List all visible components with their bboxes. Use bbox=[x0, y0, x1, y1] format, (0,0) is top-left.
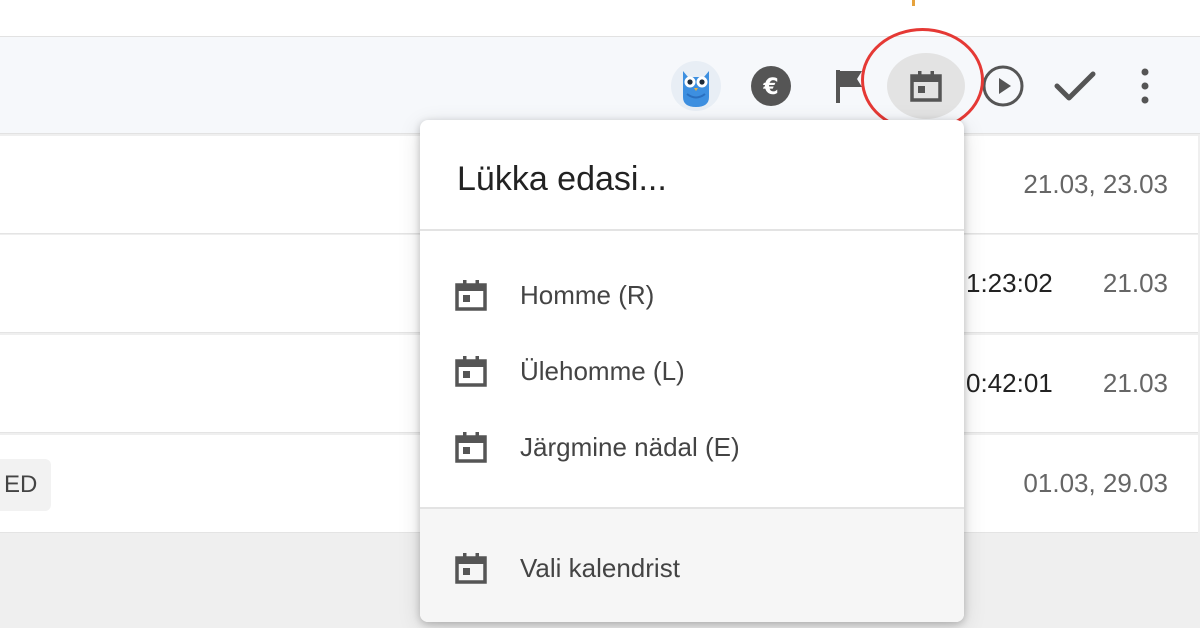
euro-icon[interactable]: € bbox=[746, 61, 796, 111]
menu-item-tomorrow[interactable]: Homme (R) bbox=[420, 265, 964, 325]
calendar-icon bbox=[455, 432, 487, 463]
flag-icon[interactable] bbox=[824, 61, 874, 111]
accent-mark bbox=[912, 0, 915, 6]
owl-avatar-icon[interactable] bbox=[671, 61, 721, 111]
item-dates: 21.03 bbox=[1102, 368, 1168, 398]
more-vertical-icon[interactable] bbox=[1125, 59, 1165, 113]
menu-item-pick-from-calendar[interactable]: Vali kalendrist bbox=[420, 538, 964, 598]
item-duration: 0:42:01 bbox=[966, 368, 1053, 398]
calendar-icon bbox=[910, 71, 942, 102]
menu-item-label: Järgmine nädal (E) bbox=[520, 431, 740, 462]
menu-title: Lükka edasi... bbox=[457, 160, 667, 198]
item-dates: 21.03 bbox=[1102, 268, 1168, 298]
menu-item-day-after-tomorrow[interactable]: Ülehomme (L) bbox=[420, 341, 964, 401]
menu-item-label: Homme (R) bbox=[520, 279, 655, 310]
menu-divider bbox=[420, 229, 964, 231]
calendar-icon bbox=[455, 280, 487, 311]
item-dates: 21.03, 23.03 bbox=[1023, 169, 1168, 199]
calendar-button[interactable] bbox=[887, 53, 965, 119]
check-icon[interactable] bbox=[1048, 59, 1102, 113]
play-icon[interactable] bbox=[980, 63, 1026, 109]
calendar-icon bbox=[455, 356, 487, 387]
item-duration: 1:23:02 bbox=[966, 268, 1053, 298]
menu-item-next-week[interactable]: Järgmine nädal (E) bbox=[420, 417, 964, 477]
item-dates: 01.03, 29.03 bbox=[1023, 468, 1168, 498]
menu-item-label: Ülehomme (L) bbox=[520, 355, 685, 386]
snooze-menu: Lükka edasi... Homme (R) Ülehomme (L) Jä… bbox=[420, 120, 964, 622]
item-tag[interactable]: ED bbox=[0, 459, 52, 511]
calendar-icon bbox=[455, 553, 487, 584]
menu-item-label: Vali kalendrist bbox=[520, 552, 680, 583]
svg-text:€: € bbox=[762, 75, 778, 100]
top-strip bbox=[0, 0, 1200, 37]
